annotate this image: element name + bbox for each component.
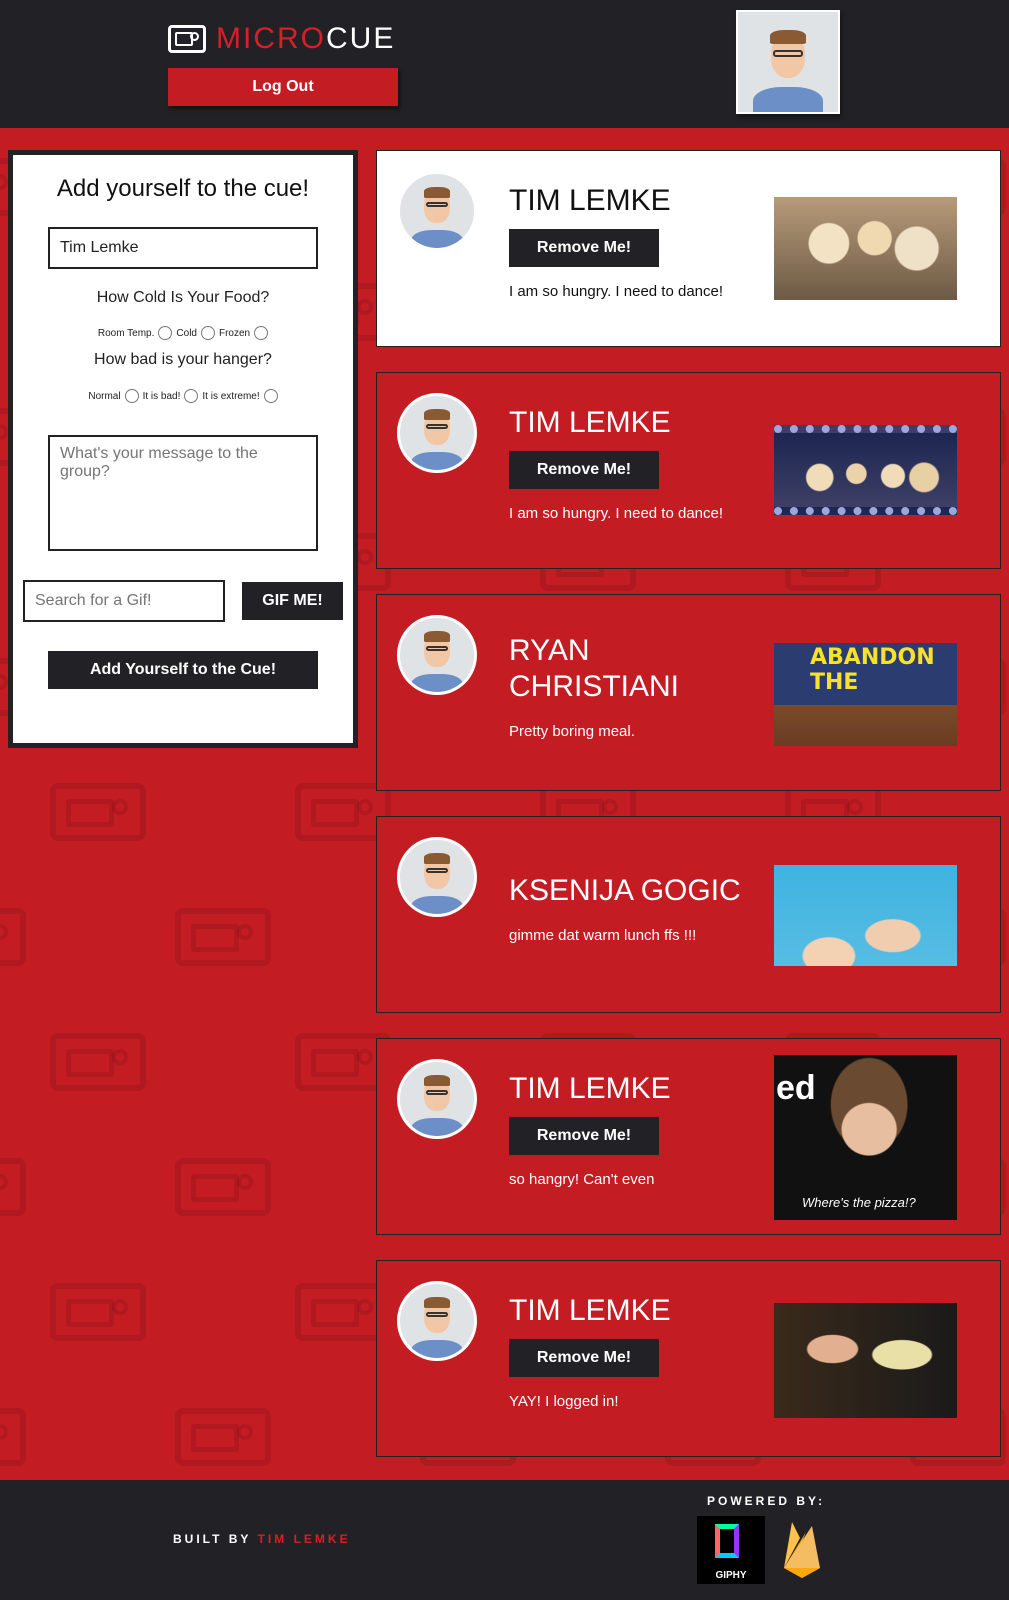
powered-by-label: POWERED BY: bbox=[707, 1494, 826, 1508]
radio-circle[interactable] bbox=[263, 389, 278, 403]
radio-frozen[interactable]: Frozen bbox=[219, 326, 269, 340]
microwave-pattern-icon bbox=[175, 1408, 271, 1466]
cue-gif-image: ed Where's the pizza!? bbox=[774, 1055, 957, 1220]
radio-circle[interactable] bbox=[200, 326, 215, 340]
cue-gif-image bbox=[774, 1303, 957, 1418]
cue-avatar bbox=[397, 837, 477, 917]
food-question: How Cold Is Your Food? bbox=[96, 289, 270, 306]
giphy-logo[interactable]: GIPHY bbox=[697, 1516, 765, 1584]
microwave-pattern-icon bbox=[175, 1158, 271, 1216]
form-title: Add yourself to the cue! bbox=[56, 175, 310, 202]
cue-message: Pretty boring meal. bbox=[509, 723, 635, 740]
author-link[interactable]: TIM LEMKE bbox=[258, 1532, 351, 1546]
cue-gif-image bbox=[774, 425, 957, 515]
remove-me-button[interactable]: Remove Me! bbox=[509, 1339, 659, 1377]
gif-caption: ABANDON THE bbox=[810, 645, 935, 695]
add-to-cue-form: Add yourself to the cue! How Cold Is You… bbox=[8, 150, 358, 748]
radio-circle[interactable] bbox=[254, 326, 269, 340]
gif-me-button[interactable]: GIF ME! bbox=[242, 582, 343, 620]
cue-message: I am so hungry. I need to dance! bbox=[509, 283, 724, 300]
app-logo: MICROCUE bbox=[168, 22, 395, 56]
microwave-pattern-icon bbox=[50, 783, 146, 841]
radio-it-is-extreme[interactable]: It is extreme! bbox=[202, 389, 278, 403]
cue-message: gimme dat warm lunch ffs !!! bbox=[509, 927, 697, 944]
microwave-pattern-icon bbox=[175, 908, 271, 966]
microwave-pattern-icon bbox=[50, 1283, 146, 1341]
cue-name: KSENIJA GOGIC bbox=[509, 874, 741, 907]
remove-me-button[interactable]: Remove Me! bbox=[509, 229, 659, 267]
microwave-pattern-icon bbox=[50, 1033, 146, 1091]
cue-name: RYAN CHRISTIANI bbox=[509, 634, 680, 703]
name-input[interactable] bbox=[48, 227, 318, 269]
giphy-icon bbox=[715, 1524, 739, 1558]
cue-card: KSENIJA GOGIC gimme dat warm lunch ffs !… bbox=[376, 816, 1001, 1013]
remove-me-button[interactable]: Remove Me! bbox=[509, 1117, 659, 1155]
cue-avatar bbox=[397, 1059, 477, 1139]
hanger-radio-group: Normal It is bad! It is extreme! bbox=[13, 389, 353, 403]
user-avatar[interactable] bbox=[736, 10, 840, 114]
cue-card: TIM LEMKE Remove Me! YAY! I logged in! bbox=[376, 1260, 1001, 1457]
food-radio-group: Room Temp. Cold Frozen bbox=[13, 326, 353, 340]
cue-gif-image bbox=[774, 865, 957, 966]
gif-tag: ed bbox=[776, 1069, 816, 1107]
radio-circle[interactable] bbox=[124, 389, 139, 403]
microwave-pattern-icon bbox=[0, 1158, 26, 1216]
cue-card: TIM LEMKE Remove Me! so hangry! Can't ev… bbox=[376, 1038, 1001, 1235]
cue-card: TIM LEMKE Remove Me! I am so hungry. I n… bbox=[376, 372, 1001, 569]
gif-caption: Where's the pizza!? bbox=[802, 1195, 916, 1210]
microwave-icon bbox=[168, 25, 206, 53]
add-to-cue-button[interactable]: Add Yourself to the Cue! bbox=[48, 651, 318, 689]
cue-gif-image: ABANDON THE bbox=[774, 643, 957, 746]
cue-name: TIM LEMKE bbox=[509, 406, 671, 439]
cue-message: I am so hungry. I need to dance! bbox=[509, 505, 724, 522]
hanger-question: How bad is your hanger? bbox=[94, 351, 272, 368]
cue-name: TIM LEMKE bbox=[509, 1072, 671, 1105]
cue-message: so hangry! Can't even bbox=[509, 1171, 655, 1188]
cue-name: TIM LEMKE bbox=[509, 184, 671, 217]
footer-bar: BUILT BY TIM LEMKE POWERED BY: GIPHY bbox=[0, 1480, 1009, 1600]
radio-circle[interactable] bbox=[184, 389, 199, 403]
microwave-pattern-icon bbox=[0, 1408, 26, 1466]
radio-normal[interactable]: Normal bbox=[88, 389, 139, 403]
cue-card: RYAN CHRISTIANI Pretty boring meal. ABAN… bbox=[376, 594, 1001, 791]
cue-avatar bbox=[397, 171, 477, 251]
cue-card: TIM LEMKE Remove Me! I am so hungry. I n… bbox=[376, 150, 1001, 347]
giphy-label: GIPHY bbox=[715, 1570, 747, 1581]
cue-name: TIM LEMKE bbox=[509, 1294, 671, 1327]
message-textarea[interactable] bbox=[48, 435, 318, 551]
cue-avatar bbox=[397, 1281, 477, 1361]
cue-message: YAY! I logged in! bbox=[509, 1393, 619, 1410]
cue-gif-image bbox=[774, 197, 957, 300]
gif-search-input[interactable] bbox=[23, 580, 225, 622]
microwave-pattern-icon bbox=[0, 908, 26, 966]
cue-avatar bbox=[397, 615, 477, 695]
remove-me-button[interactable]: Remove Me! bbox=[509, 451, 659, 489]
radio-it-is-bad[interactable]: It is bad! bbox=[143, 389, 199, 403]
radio-cold[interactable]: Cold bbox=[176, 326, 215, 340]
header-bar: MICROCUE Log Out bbox=[0, 0, 1009, 128]
app-title: MICROCUE bbox=[216, 22, 396, 55]
radio-room-temp[interactable]: Room Temp. bbox=[98, 326, 173, 340]
radio-circle[interactable] bbox=[158, 326, 173, 340]
firebase-icon[interactable] bbox=[780, 1518, 824, 1580]
built-by-credit: BUILT BY TIM LEMKE bbox=[173, 1532, 351, 1546]
cue-avatar bbox=[397, 393, 477, 473]
logout-button[interactable]: Log Out bbox=[168, 68, 398, 106]
